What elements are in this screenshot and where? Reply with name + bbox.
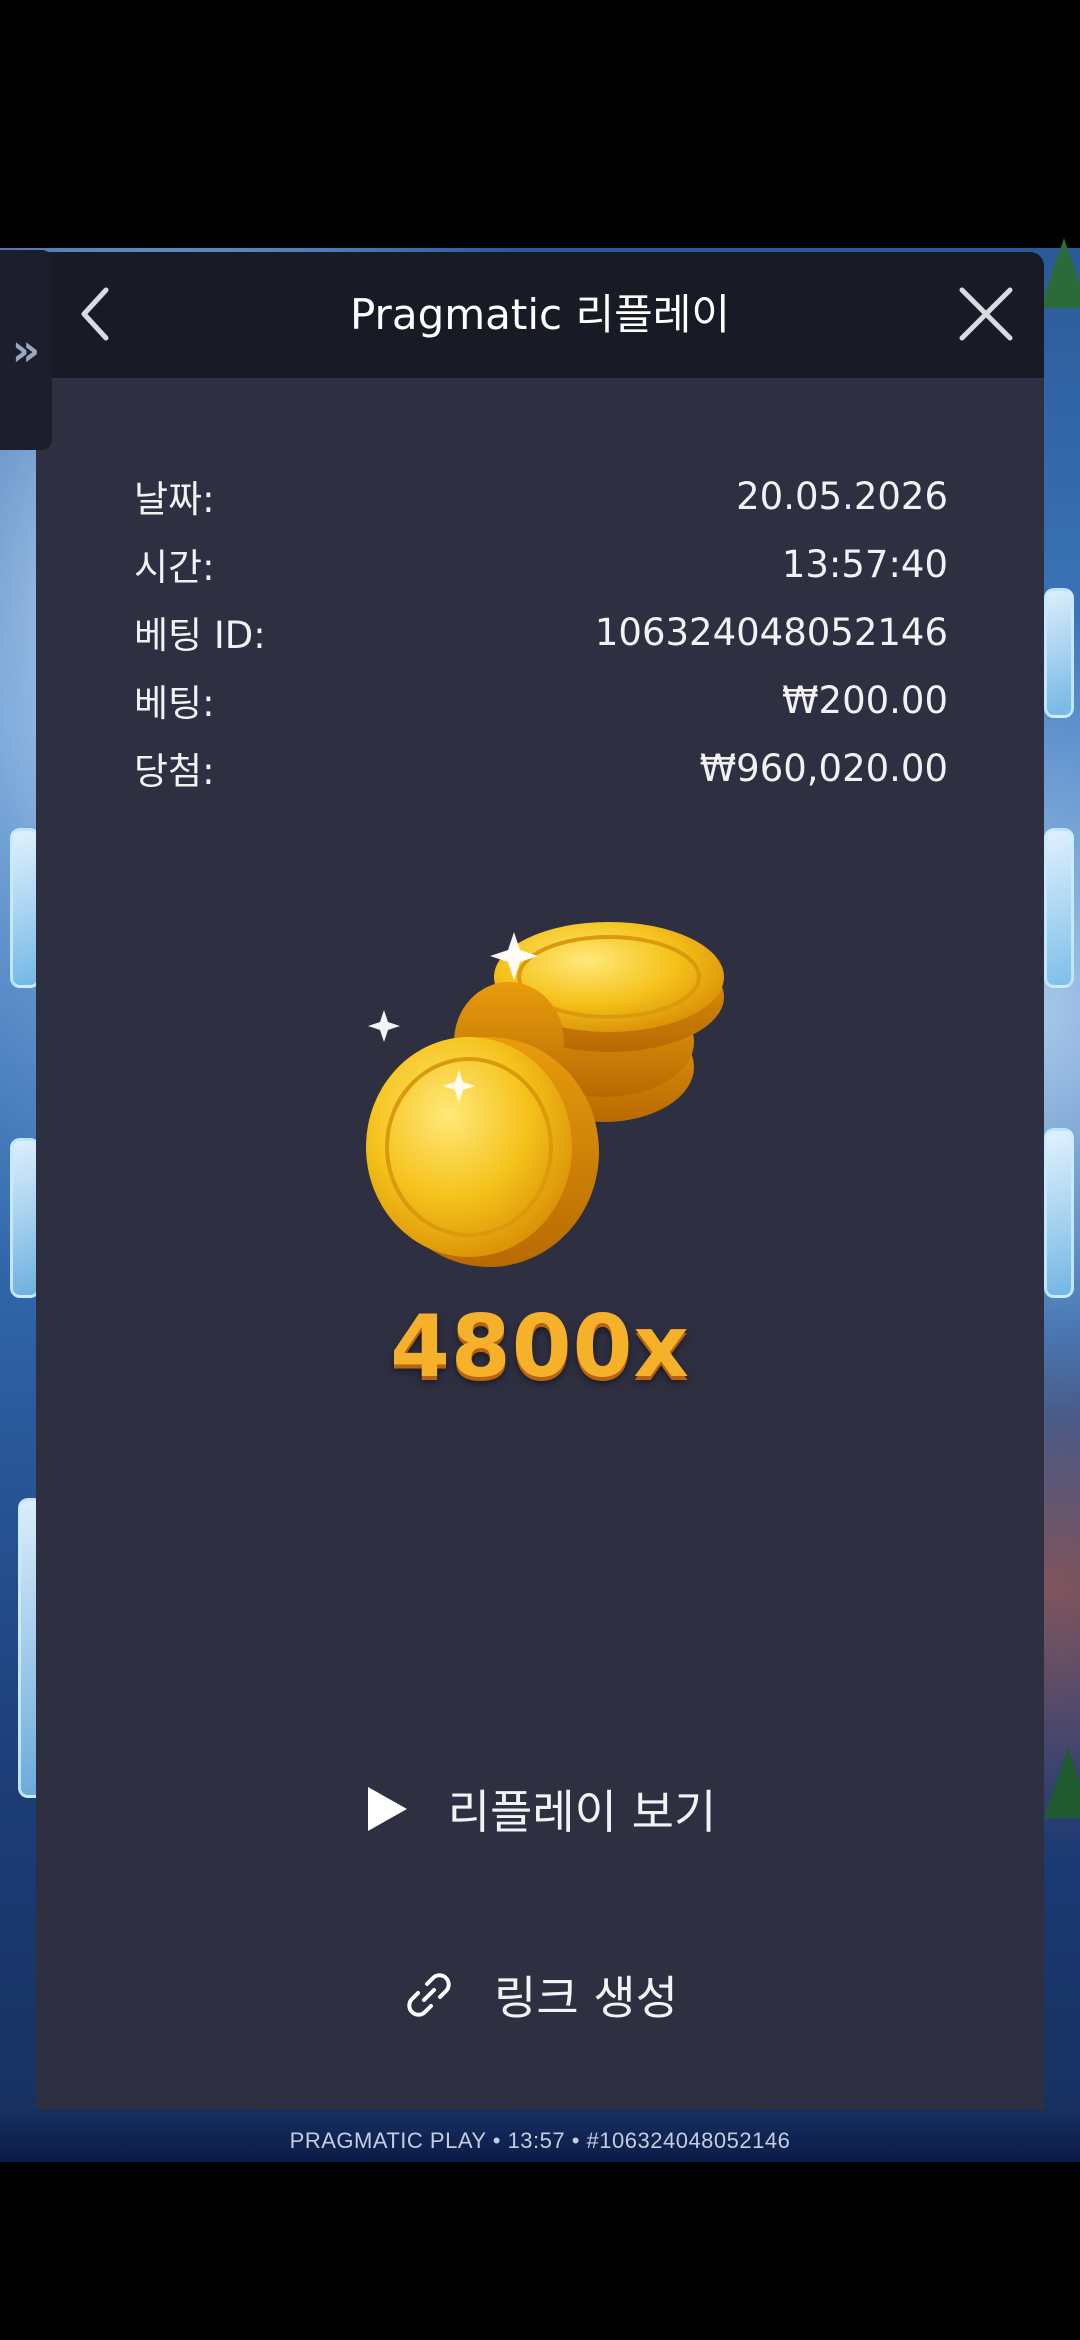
play-icon (367, 1787, 407, 1831)
side-drawer-tab[interactable]: » (0, 250, 52, 450)
info-value: 106324048052146 (594, 610, 948, 654)
replay-modal: Pragmatic 리플레이 날짜: 20.05.2026 시간: 13:57:… (36, 252, 1044, 2110)
info-row-time: 시간: 13:57:40 (134, 530, 948, 598)
close-button[interactable] (946, 274, 1026, 354)
info-value: ₩960,020.00 (699, 746, 948, 790)
info-value: 20.05.2026 (736, 474, 948, 518)
info-value: ₩200.00 (781, 678, 948, 722)
info-row-bet-id: 베팅 ID: 106324048052146 (134, 598, 948, 666)
create-link-label: 링크 생성 (494, 1971, 678, 2025)
pine-tree (1040, 238, 1080, 308)
info-label: 당첨: (134, 750, 215, 793)
info-label: 베팅: (134, 682, 215, 725)
gold-coins-icon (366, 922, 724, 1267)
modal-header: Pragmatic 리플레이 (36, 252, 1044, 378)
ice-block (1044, 828, 1074, 988)
info-label: 날짜: (134, 478, 215, 521)
ice-block (1044, 588, 1074, 718)
back-button[interactable] (56, 274, 136, 354)
info-label: 베팅 ID: (134, 614, 266, 657)
watch-replay-label: 리플레이 보기 (447, 1785, 717, 1839)
watch-replay-button[interactable]: 리플레이 보기 (286, 1764, 794, 1854)
screen: » PRAGMATIC PLAY • 13:57 • #106324048052… (0, 0, 1080, 2340)
chevron-left-icon (81, 287, 109, 341)
info-row-date: 날짜: 20.05.2026 (134, 462, 948, 530)
close-icon (959, 287, 1013, 341)
info-row-win: 당첨: ₩960,020.00 (134, 734, 948, 802)
double-chevron-right-icon: » (11, 324, 41, 376)
win-multiplier: 4800x (390, 1297, 690, 1397)
ice-block (1044, 1128, 1074, 1298)
info-value: 13:57:40 (781, 542, 948, 586)
footer-text: PRAGMATIC PLAY • 13:57 • #10632404805214… (289, 2128, 791, 2153)
info-row-bet: 베팅: ₩200.00 (134, 666, 948, 734)
bet-info-table: 날짜: 20.05.2026 시간: 13:57:40 베팅 ID: 10632… (134, 462, 948, 802)
modal-title: Pragmatic 리플레이 (349, 290, 731, 339)
pine-tree (1044, 1748, 1080, 1818)
link-icon (407, 1973, 451, 2017)
create-link-button[interactable]: 링크 생성 (286, 1950, 794, 2040)
info-label: 시간: (134, 546, 215, 589)
